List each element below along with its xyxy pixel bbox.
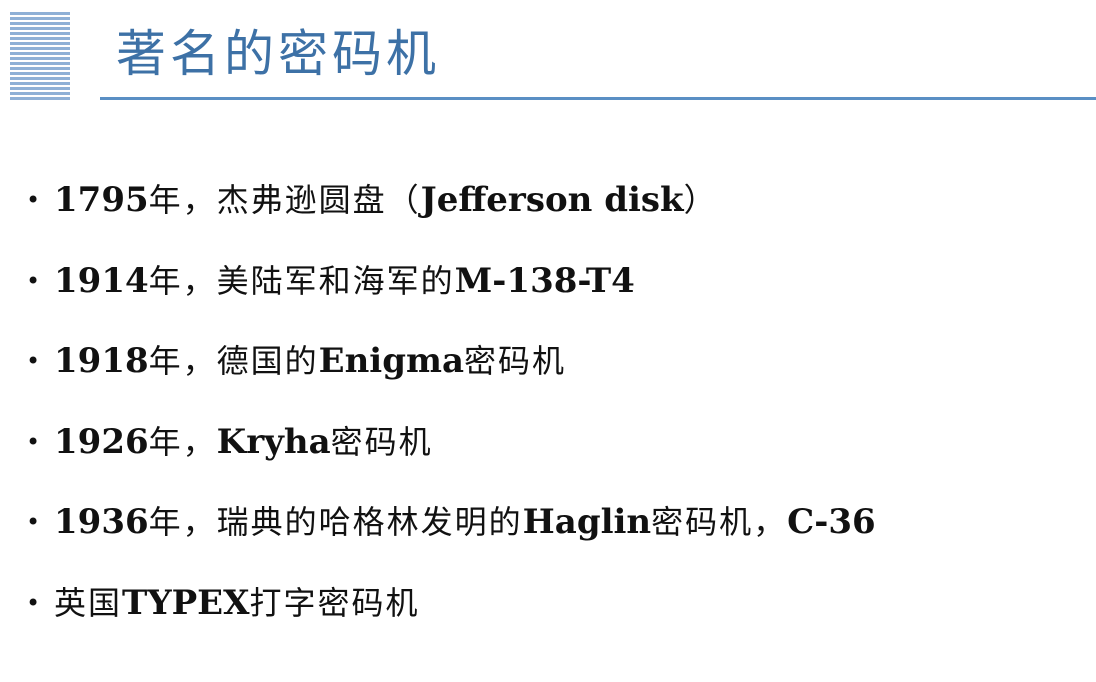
item-bold-text: Enigma [318,341,465,381]
item-text: 瑞典的哈格林发明的 [216,503,523,541]
item-text-tail: ） [683,181,718,219]
decorative-stripes [10,12,70,102]
year-suffix: 年， [148,503,217,541]
year-suffix: 年， [148,422,217,461]
title-underline [100,97,1096,100]
year: 1926 [54,421,149,462]
item-text: 美陆军和海军的 [216,261,455,300]
bullet-dot-icon: • [26,508,41,536]
year: 1918 [54,341,149,381]
bullet-dot-icon: • [26,588,41,617]
slide: 著名的密码机 • 1795年，杰弗逊圆盘（Jefferson disk） • 191… [0,0,1096,682]
item-bold-text: M-138-T4 [454,260,635,301]
year-suffix: 年， [148,181,217,219]
bullet-dot-icon: • [26,347,41,375]
item-text-tail: 打字密码机 [249,583,420,622]
item-bold-text: Kryha [216,421,331,462]
bullet-item-1926: • 1926年，Kryha密码机 [26,414,876,495]
bullet-dot-icon: • [26,186,41,214]
item-text: 英国 [54,583,123,622]
bullet-dot-icon: • [26,266,41,295]
item-bold-text: TYPEX [122,582,250,623]
item-text-tail: 密码机 [464,342,567,380]
bullet-item-typex: • 英国TYPEX打字密码机 [26,575,876,656]
bullet-item-1795: • 1795年，杰弗逊圆盘（Jefferson disk） [26,172,876,253]
item-bold-text: Haglin [522,502,652,542]
bullet-dot-icon: • [26,427,41,456]
year-suffix: 年， [148,342,217,380]
bullet-item-1914: • 1914年，美陆军和海军的M-138-T4 [26,253,876,334]
bullet-item-1936: • 1936年，瑞典的哈格林发明的Haglin密码机，C-36 [26,494,876,575]
year: 1936 [54,502,149,542]
bullet-item-1918: • 1918年，德国的Enigma密码机 [26,333,876,414]
item-bold-text: Jefferson disk [420,180,684,220]
year: 1795 [54,180,149,220]
slide-title: 著名的密码机 [116,25,440,83]
item-text-tail: 密码机， [651,503,788,541]
item-text-tail: 密码机 [330,422,433,461]
year-suffix: 年， [148,261,217,300]
item-text: 杰弗逊圆盘（ [216,181,421,219]
year: 1914 [54,260,149,301]
item-bold-text-2: C-36 [787,502,876,542]
bullet-list: • 1795年，杰弗逊圆盘（Jefferson disk） • 1914年，美陆军和… [26,172,876,655]
item-text: 德国的 [216,342,319,380]
